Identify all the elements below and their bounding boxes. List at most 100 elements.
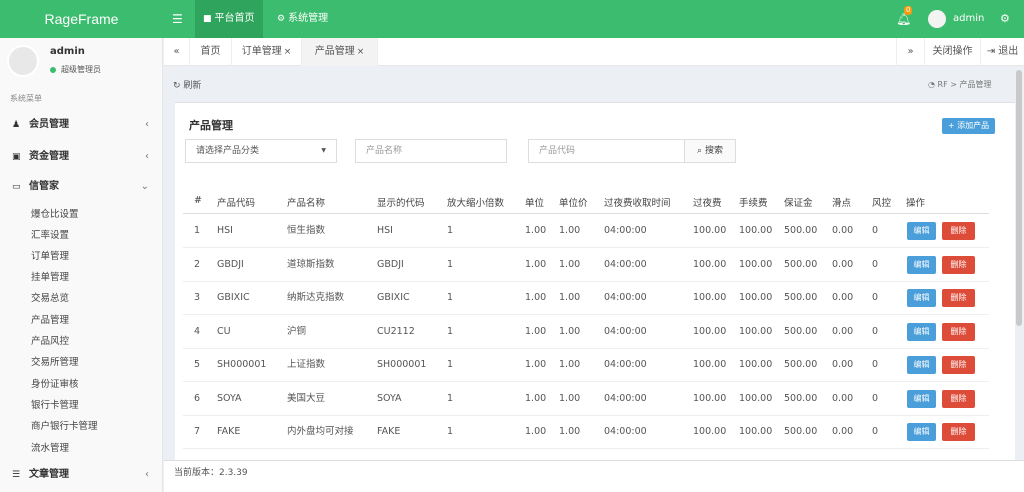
submenu-item[interactable]: 交易所管理: [31, 352, 79, 373]
delete-button[interactable]: 删除: [942, 356, 975, 374]
app-logo[interactable]: RageFrame: [0, 0, 163, 38]
delete-button[interactable]: 删除: [942, 423, 975, 441]
top-header: RageFrame ☰ ■ 平台首页 ⚙ 系统管理 🔔︎ 0 admin ⚙: [0, 0, 1024, 38]
table-cell: 0: [872, 325, 879, 337]
table-cell: 0.00: [832, 292, 854, 303]
scrollbar[interactable]: [1016, 70, 1022, 326]
table-cell: 1.00: [525, 258, 547, 270]
column-header: 滑点: [832, 198, 852, 209]
menu-toggle-icon[interactable]: ☰: [172, 12, 183, 26]
dashboard-icon: ◔: [928, 80, 935, 89]
table-cell: 100.00: [739, 225, 773, 236]
logout-button[interactable]: ⇥ 退出: [980, 38, 1024, 66]
search-button[interactable]: ⌕ 搜索: [684, 139, 736, 163]
column-header: 放大缩小倍数: [447, 198, 505, 209]
table-cell: 1.00: [525, 225, 547, 236]
delete-button[interactable]: 删除: [942, 289, 975, 307]
table-cell: 1.00: [559, 225, 581, 236]
online-dot-icon: [50, 66, 56, 73]
delete-button[interactable]: 删除: [942, 322, 975, 341]
breadcrumb: ◔ RF > 产品管理: [928, 80, 992, 89]
submenu-item[interactable]: 挂单管理: [31, 267, 69, 288]
edit-button[interactable]: 编辑: [907, 423, 936, 441]
column-header: 过夜费收取时间: [604, 198, 671, 209]
table-cell: 1.00: [525, 392, 547, 404]
tabs-forward-button[interactable]: »: [896, 38, 924, 66]
table-cell: 1: [447, 292, 454, 303]
product-code-input[interactable]: 产品代码: [528, 139, 685, 163]
submenu-item[interactable]: 汇率设置: [31, 225, 69, 246]
table-cell: 1.00: [559, 392, 581, 404]
edit-button[interactable]: 编辑: [907, 222, 936, 240]
sidebar-item-funds[interactable]: ▣ 资金管理 ‹: [0, 142, 162, 172]
edit-button[interactable]: 编辑: [907, 389, 936, 408]
table-cell: 100.00: [693, 426, 727, 437]
list-icon: ☰: [12, 470, 21, 480]
table-cell: 0.00: [832, 258, 854, 270]
add-product-button[interactable]: + 添加产品: [942, 118, 995, 134]
submenu-item[interactable]: 订单管理: [31, 246, 69, 267]
sidebar-item-xinguanjia[interactable]: ▭ 信管家 ⌄: [0, 172, 162, 202]
table-cell: 恒生指数: [287, 225, 326, 236]
product-name-input[interactable]: 产品名称: [355, 139, 507, 163]
table-cell: 0: [872, 392, 879, 404]
table-cell: 1.00: [559, 426, 581, 437]
logout-icon: ⇥: [986, 46, 996, 57]
delete-button[interactable]: 删除: [942, 222, 975, 240]
table-cell: 500.00: [784, 426, 818, 437]
nav-system-management[interactable]: ⚙ 系统管理: [271, 0, 341, 38]
table-cell: 100.00: [693, 225, 727, 236]
table-cell: FAKE: [217, 426, 241, 437]
money-icon: ▣: [12, 152, 21, 162]
edit-button[interactable]: 编辑: [907, 356, 936, 374]
submenu-item[interactable]: 银行卡管理: [31, 395, 79, 416]
sidebar-avatar: [7, 45, 39, 77]
table-cell: 0.00: [832, 426, 854, 437]
table-cell: 0: [872, 225, 879, 236]
top-username[interactable]: admin: [953, 0, 984, 38]
page-title: 产品管理: [189, 119, 233, 132]
tab-product-management[interactable]: 产品管理 ×: [302, 38, 378, 66]
caret-down-icon: ▼: [321, 147, 326, 154]
column-header: 显示的代码: [377, 198, 425, 209]
message-icon: ▭: [12, 182, 21, 192]
edit-button[interactable]: 编辑: [907, 255, 936, 274]
table-cell: 100.00: [693, 325, 727, 337]
close-icon[interactable]: ×: [284, 47, 292, 57]
edit-button[interactable]: 编辑: [907, 322, 936, 341]
edit-button[interactable]: 编辑: [907, 289, 936, 307]
tab-home[interactable]: 首页: [190, 38, 232, 66]
refresh-icon: ↻: [173, 81, 181, 91]
column-header: 单位价: [559, 198, 588, 209]
delete-button[interactable]: 删除: [942, 389, 975, 408]
nav-platform-home[interactable]: ■ 平台首页: [195, 0, 263, 38]
delete-button[interactable]: 删除: [942, 255, 975, 274]
sidebar-user-role: 超级管理员: [50, 64, 101, 75]
submenu-item[interactable]: 产品风控: [31, 331, 69, 352]
table-cell: 04:00:00: [604, 325, 647, 337]
table-cell: 100.00: [739, 392, 773, 404]
table-cell: 0.00: [832, 392, 854, 404]
table-cell: 7: [194, 426, 201, 437]
refresh-button[interactable]: ↻ 刷新: [173, 78, 201, 91]
chevron-left-icon: ‹: [145, 119, 149, 130]
gear-icon[interactable]: ⚙: [1000, 12, 1010, 25]
table-cell: 1.00: [559, 359, 581, 370]
close-icon[interactable]: ×: [357, 47, 365, 57]
submenu-item[interactable]: 交易总览: [31, 288, 69, 309]
avatar[interactable]: [928, 10, 946, 28]
tabs-back-button[interactable]: «: [164, 38, 190, 66]
sidebar-item-member[interactable]: ♟ 会员管理 ‹: [0, 110, 162, 140]
sidebar-item-articles[interactable]: ☰ 文章管理 ‹: [0, 460, 162, 490]
tab-order-management[interactable]: 订单管理 ×: [232, 38, 302, 66]
table-cell: 1: [447, 392, 454, 404]
table-cell: 1: [447, 258, 454, 270]
submenu-item[interactable]: 爆仓比设置: [31, 204, 79, 225]
submenu-item[interactable]: 流水管理: [31, 438, 69, 459]
submenu-item[interactable]: 产品管理: [31, 310, 69, 331]
close-operations-button[interactable]: 关闭操作: [924, 38, 980, 66]
category-select[interactable]: 请选择产品分类 ▼: [185, 139, 337, 163]
submenu-item[interactable]: 商户银行卡管理: [31, 416, 98, 437]
table-cell: 500.00: [784, 359, 818, 370]
submenu-item[interactable]: 身份证审核: [31, 374, 79, 395]
